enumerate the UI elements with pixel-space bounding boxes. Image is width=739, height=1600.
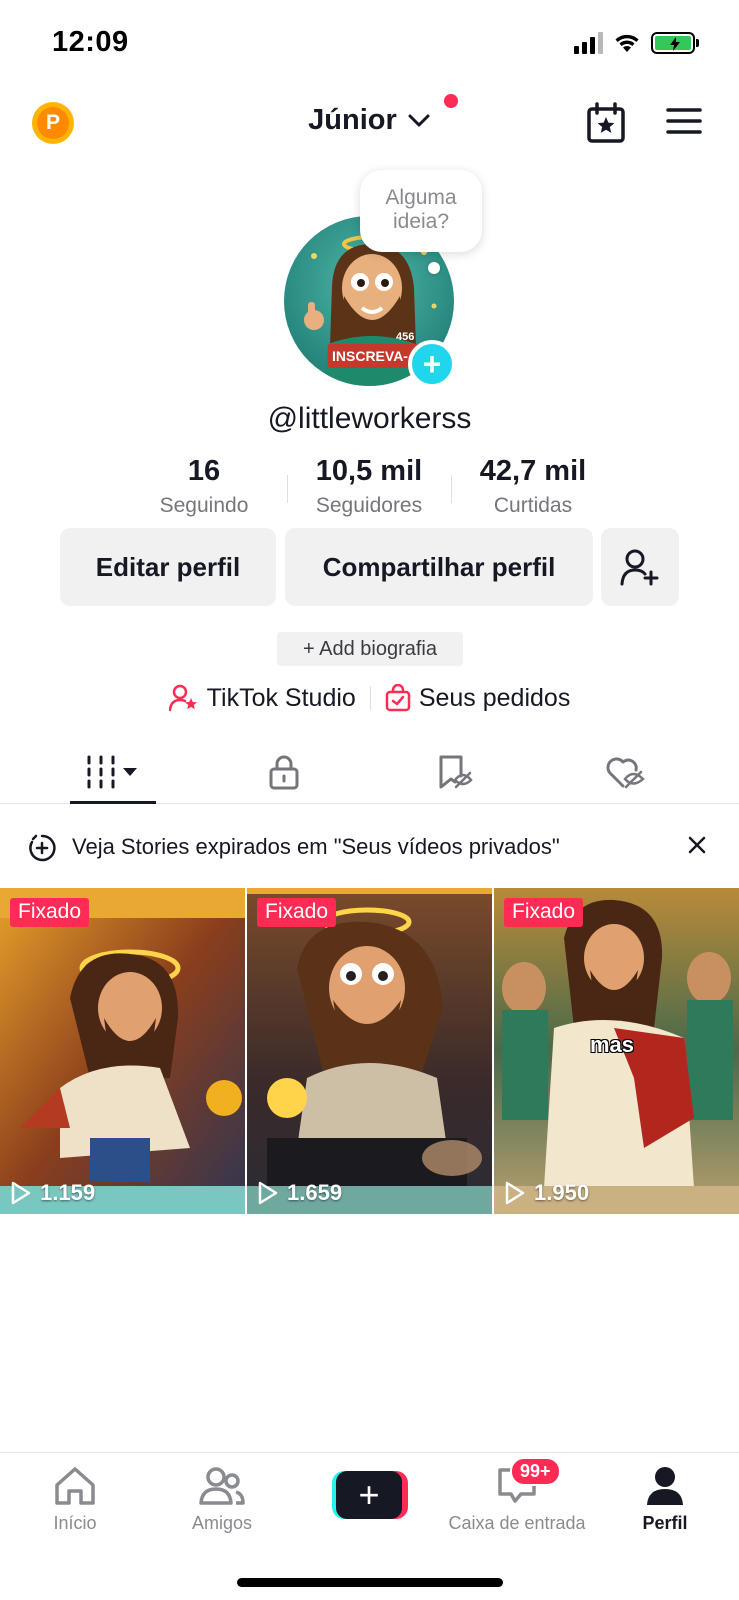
profile-stats: 16 Seguindo 10,5 mil Seguidores 42,7 mil…	[0, 455, 739, 525]
avatar-number: 456	[396, 331, 414, 343]
profile-icon	[647, 1467, 683, 1505]
tiktok-studio-link[interactable]: TikTok Studio	[168, 683, 356, 713]
avatar-sticker-text: INSCREVA-	[332, 348, 408, 364]
stat-divider	[287, 475, 288, 503]
play-icon	[505, 1181, 525, 1205]
plus-icon: +	[336, 1471, 402, 1519]
pinned-badge: Fixado	[257, 898, 337, 927]
status-bar: 12:09	[0, 0, 739, 88]
stat-following-label: Seguindo	[159, 494, 249, 517]
orders-label: Seus pedidos	[418, 683, 571, 712]
add-friend-button[interactable]	[601, 528, 679, 606]
content-tabs	[0, 740, 739, 804]
nav-home[interactable]: Início	[0, 1465, 150, 1534]
play-icon	[258, 1181, 278, 1205]
stat-following[interactable]: 16 Seguindo	[124, 455, 284, 518]
battery-icon	[651, 32, 699, 54]
add-person-icon	[620, 549, 659, 586]
shopping-bag-icon	[385, 684, 411, 712]
tab-private[interactable]	[239, 740, 329, 804]
bubble-tail	[428, 262, 440, 274]
tab-liked[interactable]	[580, 740, 670, 804]
username: @littleworkerss	[267, 402, 472, 435]
video-thumbnail[interactable]: Fixado mas 1.950	[494, 888, 739, 1214]
nav-friends[interactable]: Amigos	[147, 1465, 297, 1534]
calendar-star-icon[interactable]	[586, 102, 626, 144]
lock-icon	[269, 755, 299, 790]
nav-profile-label: Perfil	[642, 1513, 688, 1533]
video-thumbnail-image	[0, 888, 245, 1214]
nav-inbox-label: Caixa de entrada	[448, 1513, 586, 1533]
view-count-value: 1.659	[287, 1180, 343, 1205]
tiktok-studio-label: TikTok Studio	[206, 683, 356, 712]
expired-stories-banner[interactable]: Veja Stories expirados em "Seus vídeos p…	[0, 818, 739, 876]
view-count-value: 1.159	[40, 1180, 96, 1205]
create-button[interactable]: +	[332, 1471, 408, 1519]
stat-followers-value: 10,5 mil	[315, 455, 423, 487]
grid-videos-icon	[87, 755, 137, 789]
home-indicator	[237, 1578, 503, 1587]
nav-home-label: Início	[53, 1513, 97, 1533]
story-add-icon	[29, 834, 56, 862]
notification-dot	[444, 94, 458, 108]
edit-profile-button[interactable]: Editar perfil	[60, 528, 276, 606]
video-thumbnail[interactable]: Fixado 1.659	[247, 888, 492, 1214]
stat-likes-value: 42,7 mil	[479, 455, 587, 487]
link-divider	[369, 686, 371, 710]
idea-bubble[interactable]: Alguma ideia?	[360, 170, 482, 252]
orders-link[interactable]: Seus pedidos	[385, 683, 571, 713]
creator-star-icon	[168, 684, 197, 712]
view-count: 1.159	[10, 1180, 95, 1206]
close-icon[interactable]	[686, 834, 708, 856]
video-thumbnail[interactable]: Fixado 1.159	[0, 888, 245, 1214]
stat-followers-label: Seguidores	[315, 494, 423, 517]
stat-following-value: 16	[187, 455, 221, 487]
nav-friends-label: Amigos	[191, 1513, 253, 1533]
video-thumbnail-image	[247, 888, 492, 1214]
heart-hidden-icon	[606, 757, 645, 789]
tab-videos[interactable]	[70, 740, 160, 804]
add-avatar-button[interactable]: +	[408, 340, 456, 388]
top-nav: P Júnior	[0, 88, 739, 162]
home-icon	[55, 1467, 95, 1505]
friends-icon	[199, 1467, 245, 1505]
view-count-value: 1.950	[534, 1180, 590, 1205]
inbox-badge: 99+	[510, 1457, 561, 1486]
bookmark-hidden-icon	[439, 755, 473, 789]
status-icons	[574, 32, 699, 54]
stat-divider	[451, 475, 452, 503]
status-time: 12:09	[52, 26, 129, 58]
banner-text: Veja Stories expirados em "Seus vídeos p…	[72, 834, 560, 859]
active-tab-indicator	[70, 801, 156, 804]
profile-links: TikTok Studio Seus pedidos	[0, 680, 739, 716]
video-caption: mas	[590, 1032, 635, 1057]
account-switcher[interactable]: Júnior	[0, 104, 739, 137]
share-profile-button[interactable]: Compartilhar perfil	[285, 528, 593, 606]
nav-profile[interactable]: Perfil	[590, 1465, 739, 1534]
add-bio-button[interactable]: + Add biografia	[277, 632, 463, 666]
pinned-badge: Fixado	[10, 898, 90, 927]
view-count: 1.659	[257, 1180, 342, 1206]
cellular-signal-icon	[574, 32, 603, 54]
wifi-icon	[615, 34, 639, 52]
tab-saved[interactable]	[410, 740, 500, 804]
profile-name: Júnior	[308, 104, 397, 136]
menu-icon[interactable]	[666, 106, 702, 136]
chevron-down-icon	[408, 114, 430, 127]
play-icon	[11, 1181, 31, 1205]
view-count: 1.950	[504, 1180, 589, 1206]
stat-likes-label: Curtidas	[493, 494, 573, 517]
stat-followers[interactable]: 10,5 mil Seguidores	[289, 455, 449, 518]
pinned-badge: Fixado	[504, 898, 584, 927]
video-grid: Fixado 1.159 Fixado 1.659 Fixado mas 1.9…	[0, 888, 739, 1214]
stat-likes[interactable]: 42,7 mil Curtidas	[453, 455, 613, 518]
